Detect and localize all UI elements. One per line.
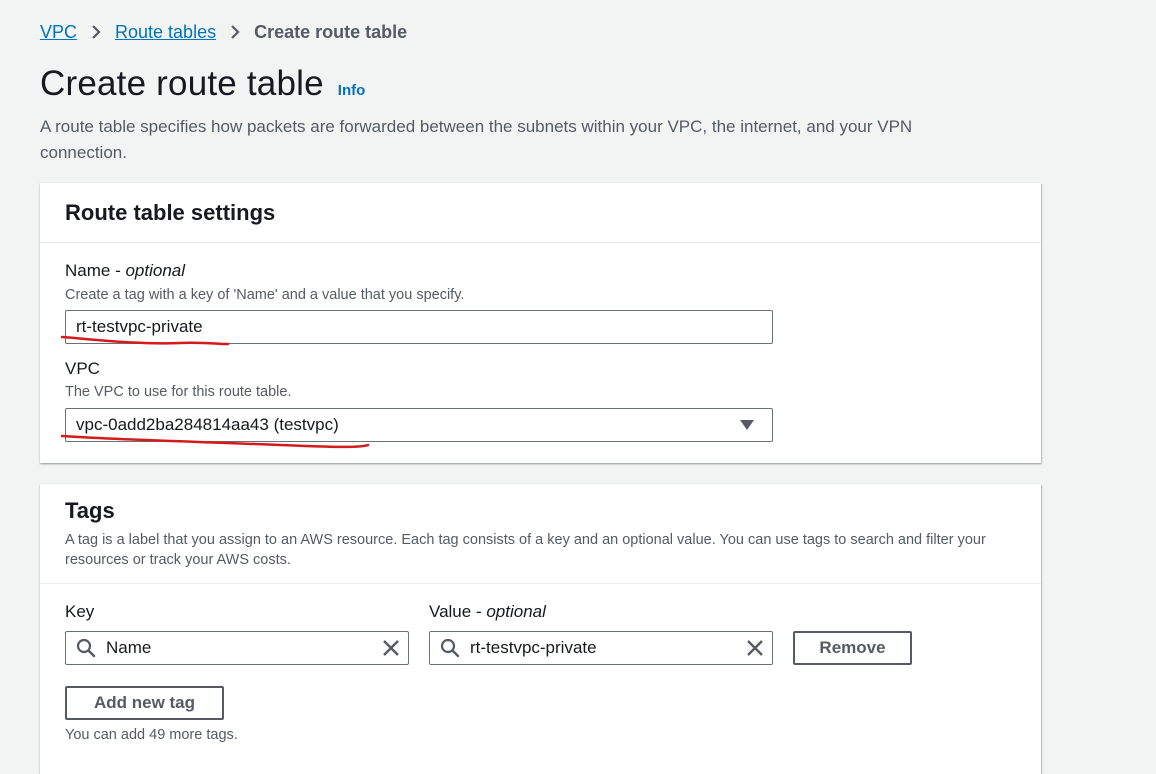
breadcrumb-link-vpc[interactable]: VPC [40, 22, 77, 43]
vpc-select-value: vpc-0add2ba284814aa43 (testvpc) [76, 415, 339, 434]
name-label: Name - optional [65, 261, 186, 280]
tags-remaining-note: You can add 49 more tags. [65, 727, 238, 743]
remove-tag-button[interactable]: Remove [793, 631, 912, 665]
vpc-hint: The VPC to use for this route table. [65, 384, 292, 400]
tag-key-input[interactable]: Name [65, 631, 409, 665]
add-new-tag-button[interactable]: Add new tag [65, 686, 224, 720]
info-link[interactable]: Info [338, 82, 366, 99]
tags-panel: Tags A tag is a label that you assign to… [40, 484, 1041, 774]
breadcrumb-link-route-tables[interactable]: Route tables [115, 22, 216, 43]
vpc-label: VPC [65, 359, 100, 378]
tags-description: A tag is a label that you assign to an A… [65, 532, 986, 568]
chevron-right-icon [91, 24, 101, 40]
search-icon [440, 638, 460, 658]
breadcrumb: VPC Route tables Create route table [40, 20, 407, 44]
panel-header: Route table settings [40, 183, 1041, 243]
tag-value-input[interactable]: rt-testvpc-private [429, 631, 773, 665]
name-label-text: Name [65, 261, 111, 280]
optional-marker: optional [486, 602, 546, 621]
key-label: Key [65, 602, 95, 621]
tag-key-value: Name [106, 638, 152, 657]
optional-marker: optional [125, 261, 186, 280]
page-title: Create route table [40, 64, 324, 103]
clear-icon[interactable] [382, 639, 400, 657]
value-label: Value - optional [429, 602, 546, 621]
search-icon [76, 638, 96, 658]
chevron-right-icon [230, 24, 240, 40]
page-description: A route table specifies how packets are … [40, 117, 913, 162]
page-header: Create route table Info [40, 64, 365, 104]
breadcrumb-current: Create route table [254, 21, 408, 42]
caret-down-icon [740, 420, 754, 430]
route-table-settings-panel: Route table settings Name - optional Cre… [40, 183, 1041, 463]
clear-icon[interactable] [746, 639, 764, 657]
panel-heading: Route table settings [65, 199, 276, 225]
name-hint: Create a tag with a key of 'Name' and a … [65, 287, 465, 303]
value-label-text: Value [429, 602, 472, 621]
panel-header: Tags A tag is a label that you assign to… [40, 484, 1041, 584]
name-input[interactable] [65, 310, 773, 344]
vpc-select[interactable]: vpc-0add2ba284814aa43 (testvpc) [65, 408, 773, 442]
tag-value-value: rt-testvpc-private [470, 638, 597, 657]
panel-heading: Tags [65, 498, 115, 523]
